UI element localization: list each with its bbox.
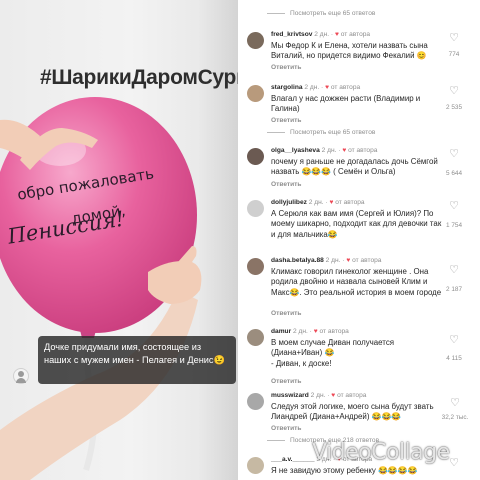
view-more-replies-link[interactable]: Посмотреть еще 65 ответов <box>267 129 375 136</box>
like-control[interactable]: ♡ 4 115 <box>444 335 464 363</box>
like-count: 32,2 тыс. <box>441 414 469 421</box>
comment-username[interactable]: musswizard <box>271 392 309 399</box>
video-frame[interactable]: #ШарикиДаромСург обро пожаловать домой, … <box>0 0 238 480</box>
balloon-illustration <box>0 97 202 480</box>
comment-time: 2 дн. <box>308 199 324 206</box>
author-badge: от автора <box>340 31 371 38</box>
like-control[interactable]: ♡ 32,2 тыс. <box>440 398 470 422</box>
comment-username[interactable]: ___a.v.______ <box>271 456 315 463</box>
author-heart-icon: ♥ <box>346 257 351 264</box>
user-avatar[interactable] <box>247 258 264 275</box>
like-count: 4 115 <box>446 355 462 362</box>
comment-username[interactable]: olga__lyasheva <box>271 147 320 154</box>
heart-outline-icon[interactable]: ♡ <box>444 335 464 346</box>
author-badge: от автора <box>330 84 361 91</box>
like-count: 2 535 <box>446 104 462 111</box>
author-heart-icon: ♥ <box>329 199 334 206</box>
heart-outline-icon[interactable]: ♡ <box>444 201 464 212</box>
user-avatar[interactable] <box>247 393 264 410</box>
like-control[interactable]: ♡ 774 <box>444 33 464 59</box>
author-badge: от автора <box>337 392 367 399</box>
author-heart-icon: ♥ <box>313 328 318 335</box>
like-control[interactable]: ♡ 2 187 <box>444 265 464 294</box>
reply-button[interactable]: Ответить <box>271 117 301 124</box>
comment-meta: olga__lyasheva 2 дн. · ♥ от автора <box>271 147 378 154</box>
like-count: 5 644 <box>446 170 462 177</box>
comment-text: Я не завидую этому ребенку 😂😂😂😂 <box>271 466 418 475</box>
video-caption: Дочке придумали имя, состоящее из наших … <box>38 336 236 384</box>
comment-text: Следуя этой логике, моего сына будут зва… <box>271 402 434 422</box>
comment-meta: dollyjulibez 2 дн. · ♥ от автора <box>271 199 365 206</box>
reply-button[interactable]: Ответить <box>271 64 301 71</box>
comment-text: Влагал у нас дожжен расти (Владимир и Га… <box>271 94 421 114</box>
heart-outline-icon[interactable]: ♡ <box>444 33 464 44</box>
heart-outline-icon[interactable]: ♡ <box>444 149 464 160</box>
user-avatar[interactable] <box>247 329 264 346</box>
user-avatar[interactable] <box>247 32 264 49</box>
comment-username[interactable]: dollyjulibez <box>271 199 307 206</box>
author-badge: от автора <box>352 257 382 264</box>
comment-text: А Серюля как вам имя (Сергей и Юлия)? По… <box>271 209 442 239</box>
comment-text: почему я раньше не догадалась дочь Сёмго… <box>271 157 438 177</box>
comment-text: Мы Федор К и Елена, хотели назвать сына … <box>271 41 428 61</box>
reply-button[interactable]: Ответить <box>271 425 301 432</box>
comments-panel: Посмотреть еще 65 ответов fred_krivtsov … <box>242 0 480 480</box>
comment-time: 2 дн. <box>310 392 326 399</box>
comment-meta: damur 2 дн. · ♥ от автора <box>271 328 349 335</box>
comment-username[interactable]: stargolina <box>271 84 303 91</box>
heart-outline-icon[interactable]: ♡ <box>440 398 470 409</box>
comment-meta: dasha.betalya.88 2 дн. · ♥ от автора <box>271 257 382 264</box>
user-avatar[interactable] <box>247 85 264 102</box>
comment-time: 2 дн. <box>314 31 330 38</box>
comment-time: 2 дн. <box>293 328 308 335</box>
comment-time: 2 дн. <box>321 147 337 154</box>
author-heart-icon: ♥ <box>334 31 339 38</box>
author-badge: от автора <box>348 147 378 154</box>
comment-time: 2 дн. <box>304 84 320 91</box>
comment-meta: musswizard 2 дн. · ♥ от автора <box>271 392 367 399</box>
comment-username[interactable]: dasha.betalya.88 <box>271 257 324 264</box>
comment-text: В моем случае Диван получается (Диана+Ив… <box>271 338 395 368</box>
view-more-replies-link[interactable]: Посмотреть еще 65 ответов <box>267 10 375 17</box>
comment-text: Климакс говорил гинеколог женщине . Она … <box>271 267 442 297</box>
comment-time: 2 дн. <box>325 257 341 264</box>
like-control[interactable]: ♡ 2 535 <box>444 86 464 112</box>
author-badge: от автора <box>319 328 349 335</box>
like-count: 2 187 <box>446 286 462 293</box>
reply-button[interactable]: Ответить <box>271 378 301 385</box>
like-control[interactable]: ♡ 1 754 <box>444 201 464 230</box>
user-avatar[interactable] <box>247 148 264 165</box>
heart-outline-icon[interactable]: ♡ <box>444 86 464 97</box>
heart-outline-icon[interactable]: ♡ <box>444 265 464 276</box>
watermark: VideoCollage <box>312 440 450 465</box>
author-badge: от автора <box>335 199 365 206</box>
like-count: 1 754 <box>446 222 462 229</box>
comment-username[interactable]: damur <box>271 328 291 335</box>
user-avatar[interactable] <box>247 457 264 474</box>
comment-meta: stargolina 2 дн. · ♥ от автора <box>271 84 361 91</box>
caption-avatar-icon[interactable] <box>13 368 29 384</box>
user-avatar[interactable] <box>247 200 264 217</box>
reply-button[interactable]: Ответить <box>271 310 301 317</box>
like-control[interactable]: ♡ 5 644 <box>444 149 464 178</box>
right-hand <box>148 261 202 304</box>
author-heart-icon: ♥ <box>325 84 329 91</box>
like-count: 774 <box>448 51 460 58</box>
author-heart-icon: ♥ <box>342 147 347 154</box>
comment-username[interactable]: fred_krivtsov <box>271 31 312 38</box>
comment-meta: fred_krivtsov 2 дн. · ♥ от автора <box>271 31 371 38</box>
author-heart-icon: ♥ <box>331 392 336 399</box>
reply-button[interactable]: Ответить <box>271 181 301 188</box>
